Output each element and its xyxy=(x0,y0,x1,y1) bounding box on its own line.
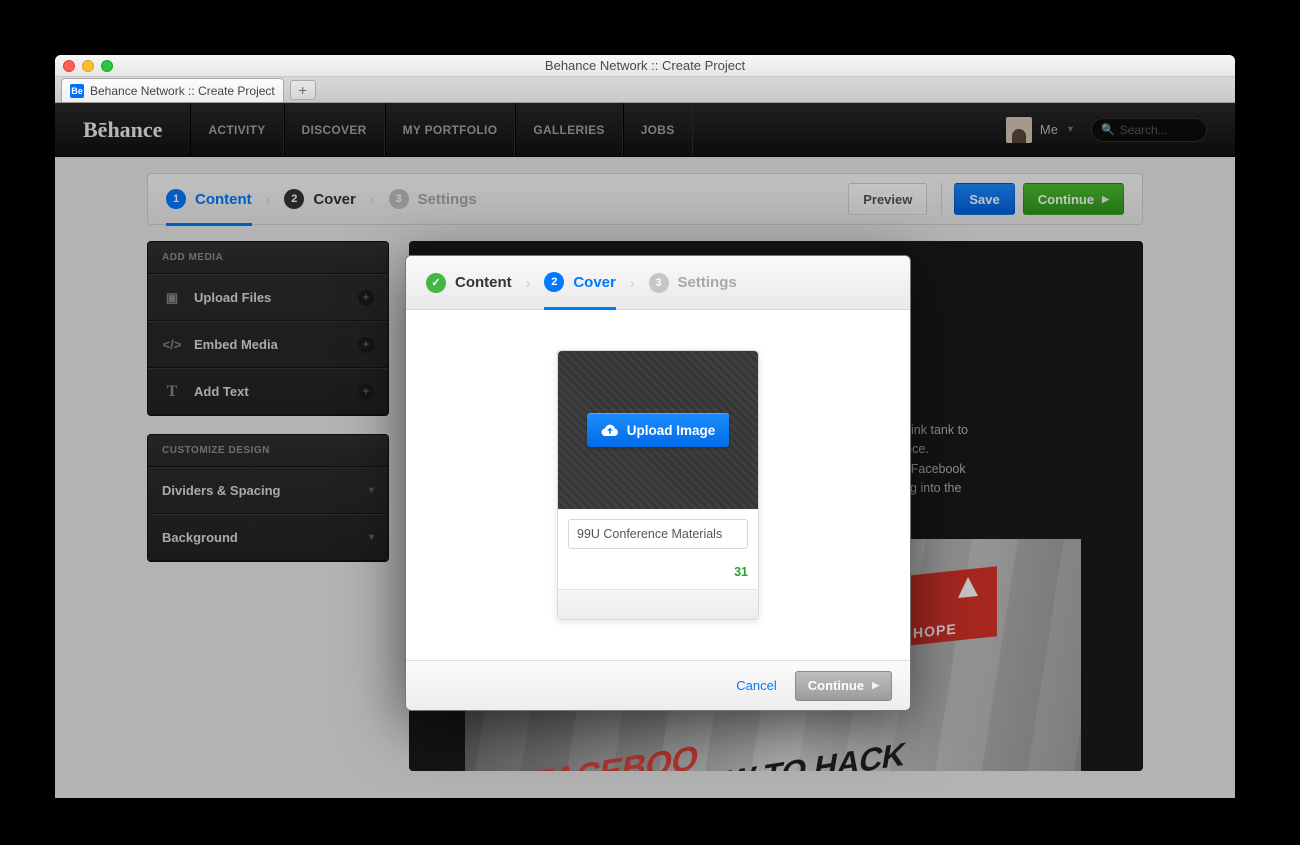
modal-body: Upload Image 31 xyxy=(406,310,910,660)
favicon-icon: Be xyxy=(70,84,84,98)
chevron-right-icon: › xyxy=(526,275,531,291)
page-content: Bēhance ACTIVITY DISCOVER MY PORTFOLIO G… xyxy=(55,103,1235,798)
step-label: Settings xyxy=(678,274,737,291)
modal-step-content[interactable]: ✓ Content xyxy=(426,273,512,293)
upload-image-label: Upload Image xyxy=(627,423,716,438)
cover-modal: ✓ Content › 2 Cover › 3 Settings xyxy=(405,255,911,711)
character-count: 31 xyxy=(734,565,748,579)
step-badge: 3 xyxy=(649,273,669,293)
check-icon: ✓ xyxy=(426,273,446,293)
cover-dropzone[interactable]: Upload Image xyxy=(558,351,758,509)
modal-continue-button[interactable]: Continue ▶ xyxy=(795,671,892,701)
step-badge: 2 xyxy=(544,272,564,292)
upload-image-button[interactable]: Upload Image xyxy=(587,413,730,447)
cover-card-footer xyxy=(558,589,758,619)
browser-tab-active[interactable]: Be Behance Network :: Create Project xyxy=(61,78,284,102)
new-tab-button[interactable]: + xyxy=(290,80,316,100)
window-title: Behance Network :: Create Project xyxy=(55,58,1235,73)
chevron-right-icon: › xyxy=(630,275,635,291)
continue-label: Continue xyxy=(808,678,864,693)
modal-step-strip: ✓ Content › 2 Cover › 3 Settings xyxy=(406,256,910,310)
project-title-input[interactable] xyxy=(568,519,748,549)
step-label: Cover xyxy=(573,274,616,291)
plus-icon: + xyxy=(299,82,307,98)
cover-card: Upload Image 31 xyxy=(557,350,759,620)
modal-step-cover[interactable]: 2 Cover xyxy=(544,272,616,310)
cover-meta: 31 xyxy=(558,509,758,589)
browser-window: Behance Network :: Create Project Be Beh… xyxy=(55,55,1235,798)
modal-step-settings: 3 Settings xyxy=(649,273,737,293)
cloud-upload-icon xyxy=(601,423,619,437)
step-label: Content xyxy=(455,274,512,291)
browser-tab-label: Behance Network :: Create Project xyxy=(90,84,275,98)
triangle-right-icon: ▶ xyxy=(872,680,879,691)
modal-footer: Cancel Continue ▶ xyxy=(406,660,910,710)
tab-bar: Be Behance Network :: Create Project + xyxy=(55,77,1235,103)
cancel-link[interactable]: Cancel xyxy=(736,678,776,693)
title-bar: Behance Network :: Create Project xyxy=(55,55,1235,77)
